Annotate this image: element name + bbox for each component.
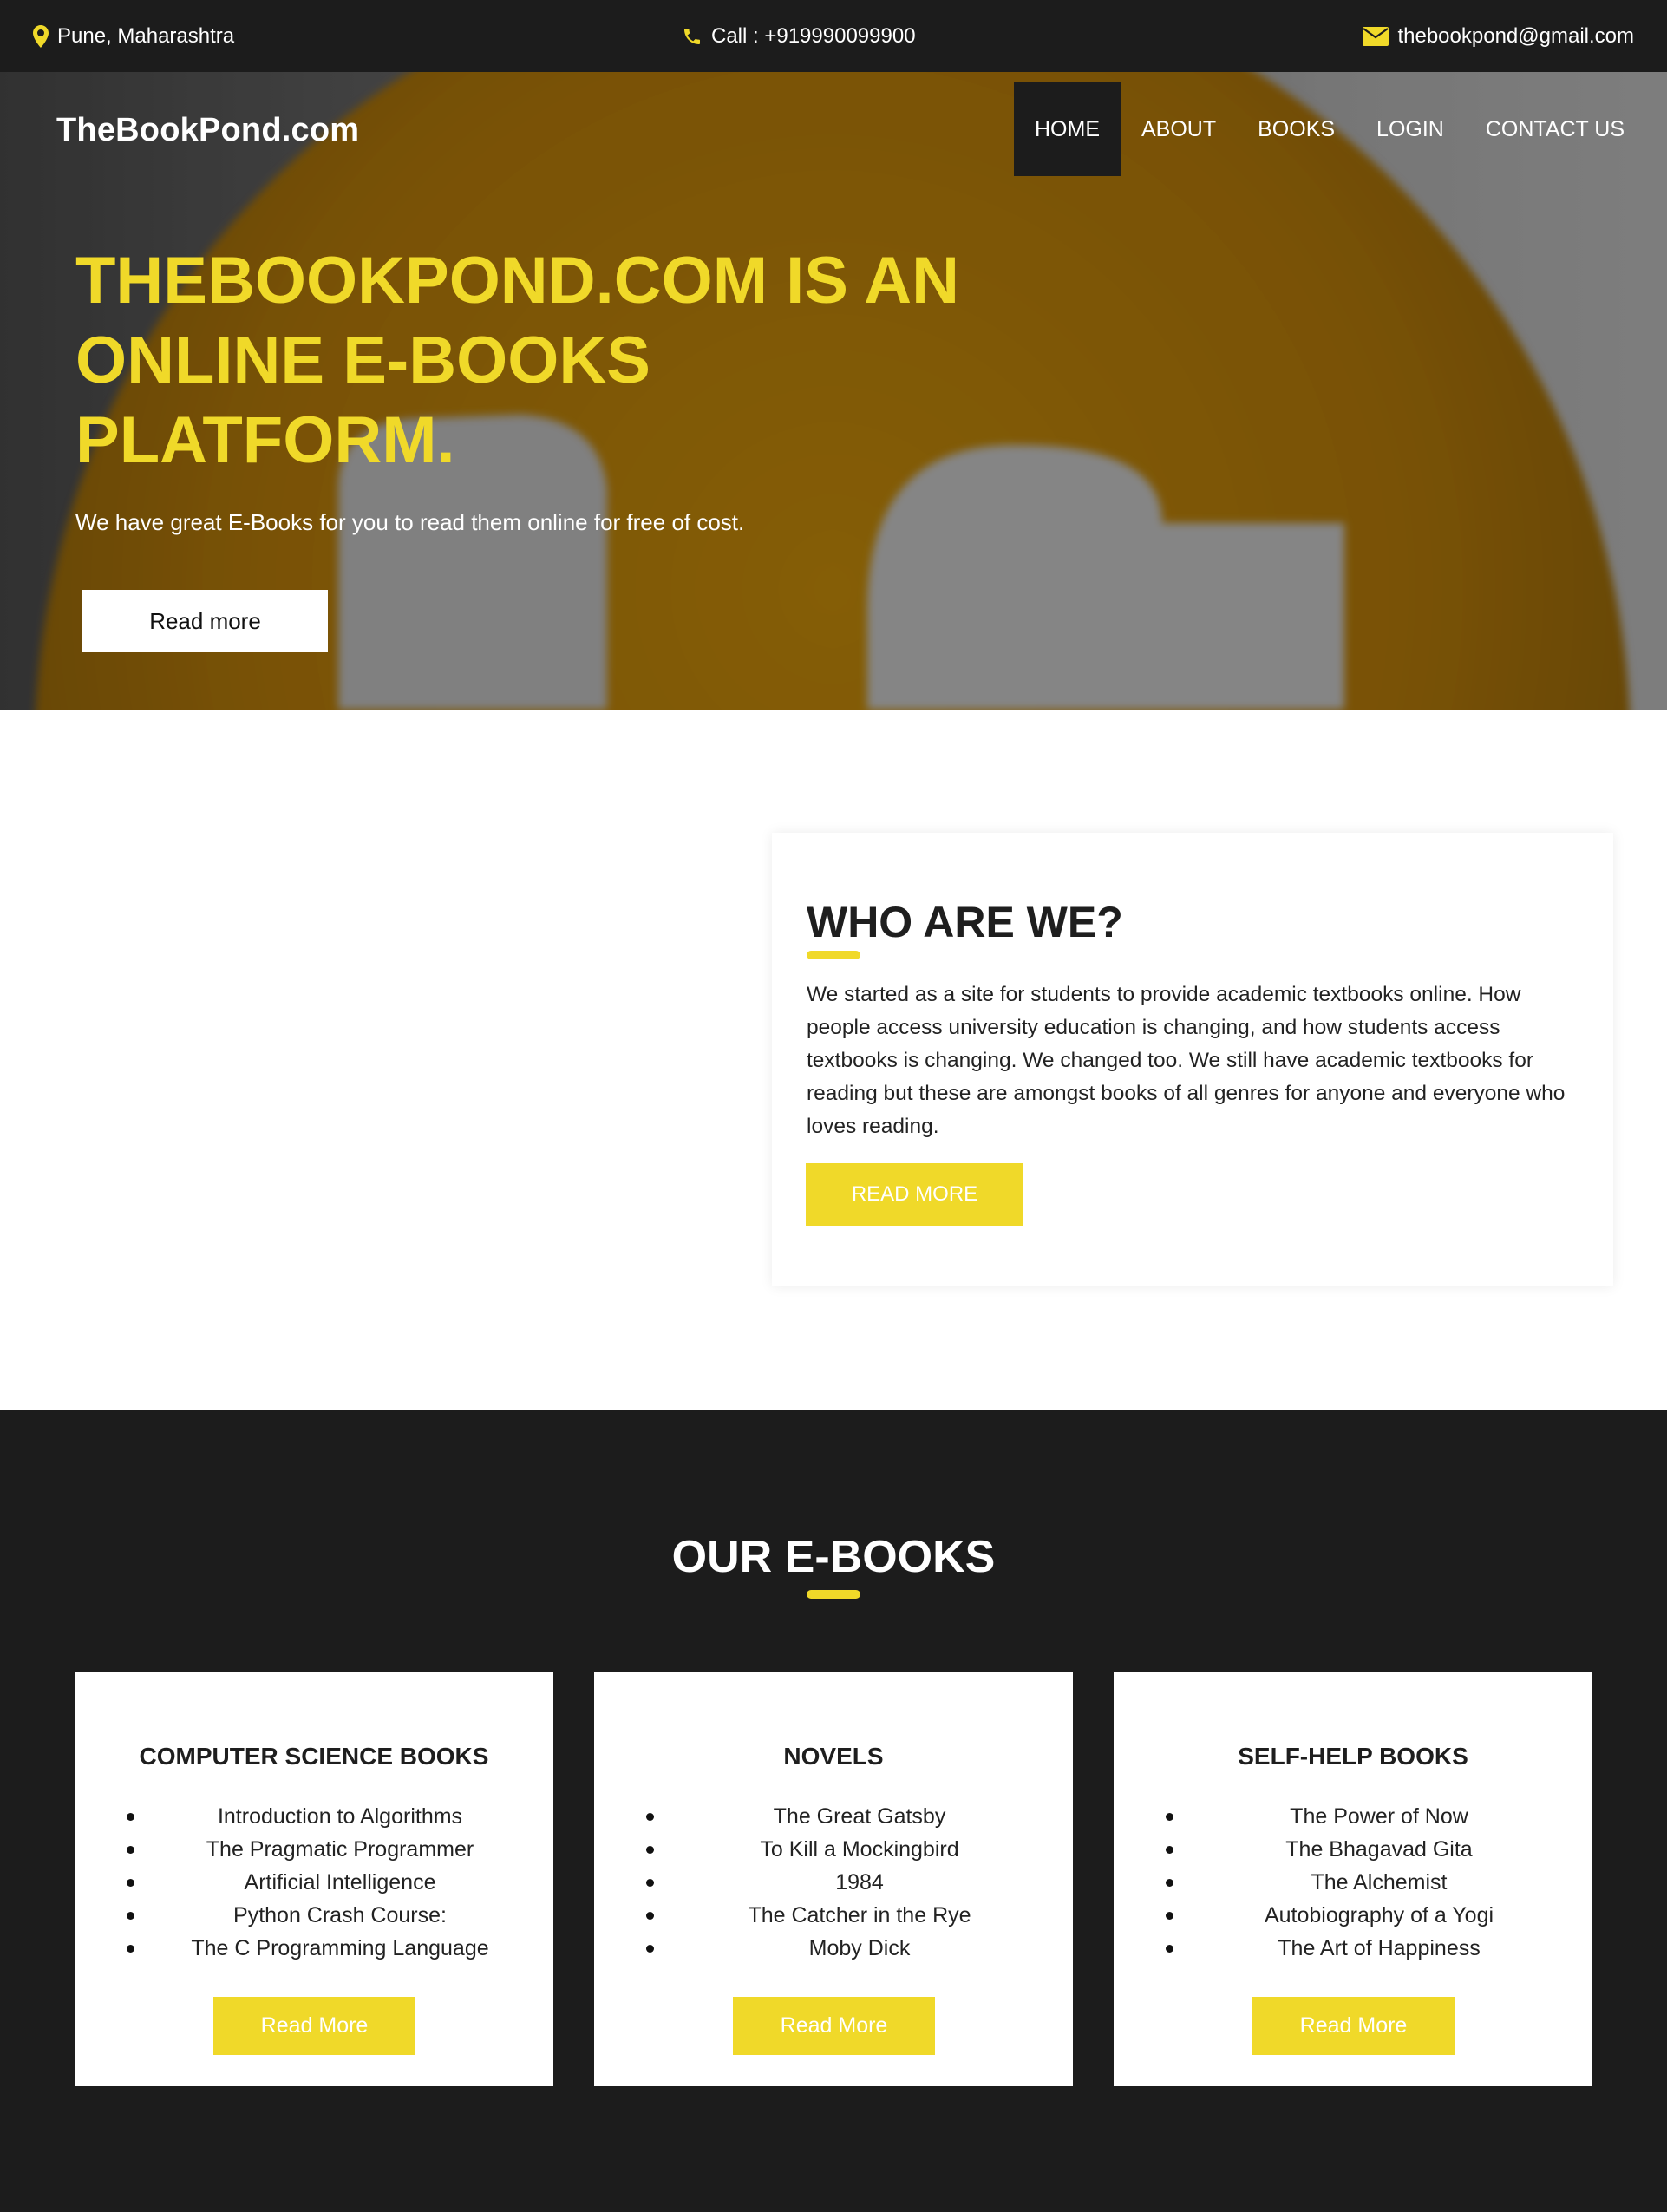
hero-read-more-button[interactable]: Read more [82,590,328,652]
book-item: To Kill a Mockingbird [646,1833,1038,1866]
phone-icon [682,26,703,47]
book-list: Introduction to Algorithms The Pragmatic… [127,1800,519,1965]
computer-science-read-more-button[interactable]: Read More [213,1997,415,2055]
book-item: The Great Gatsby [646,1800,1038,1833]
book-card-self-help: SELF-HELP BOOKS The Power of Now The Bha… [1114,1672,1592,2086]
ebooks-title-underline [807,1590,860,1599]
book-list: The Great Gatsby To Kill a Mockingbird 1… [646,1800,1038,1965]
about-title: WHO ARE WE? [807,898,1123,946]
ebooks-section: OUR E-BOOKS COMPUTER SCIENCE BOOKS Intro… [0,1410,1667,2212]
location-info: Pune, Maharashtra [33,0,234,72]
envelope-icon [1363,26,1389,46]
book-item: The C Programming Language [127,1932,519,1965]
book-card-computer-science: COMPUTER SCIENCE BOOKS Introduction to A… [75,1672,553,2086]
brand-logo[interactable]: TheBookPond.com [56,112,359,149]
book-item: The Art of Happiness [1166,1932,1558,1965]
nav-home[interactable]: HOME [1014,82,1121,176]
book-item: The Pragmatic Programmer [127,1833,519,1866]
call-text: Call : +919990099900 [711,23,916,48]
main-nav: HOME ABOUT BOOKS LOGIN CONTACT US [1014,82,1645,176]
book-item: Introduction to Algorithms [127,1800,519,1833]
book-item: The Catcher in the Rye [646,1899,1038,1932]
book-card-title: COMPUTER SCIENCE BOOKS [139,1743,489,1770]
nav-books[interactable]: BOOKS [1237,82,1356,176]
location-text: Pune, Maharashtra [57,23,235,48]
about-title-underline [807,951,860,959]
book-item: Autobiography of a Yogi [1166,1899,1558,1932]
map-marker-icon [33,24,49,48]
hero-title: THEBOOKPOND.COM IS AN ONLINE E-BOOKS PLA… [75,244,959,477]
book-card-novels: NOVELS The Great Gatsby To Kill a Mockin… [594,1672,1073,2086]
nav-about[interactable]: ABOUT [1121,82,1237,176]
call-info[interactable]: Call : +919990099900 [682,0,916,72]
about-read-more-button[interactable]: READ MORE [806,1163,1023,1226]
self-help-read-more-button[interactable]: Read More [1252,1997,1455,2055]
book-card-title: NOVELS [783,1743,884,1770]
about-text: We started as a site for students to pro… [807,983,1566,1138]
book-item: 1984 [646,1866,1038,1899]
nav-login[interactable]: LOGIN [1356,82,1465,176]
hero-subtitle: We have great E-Books for you to read th… [75,509,745,535]
about-card: WHO ARE WE? We started as a site for stu… [772,833,1613,1286]
top-info-bar: Pune, Maharashtra Call : +919990099900 t… [0,0,1667,72]
book-item: Python Crash Course: [127,1899,519,1932]
email-text: thebookpond@gmail.com [1397,23,1634,48]
book-item: Artificial Intelligence [127,1866,519,1899]
book-item: The Power of Now [1166,1800,1558,1833]
book-item: Moby Dick [646,1932,1038,1965]
book-item: The Bhagavad Gita [1166,1833,1558,1866]
email-info[interactable]: thebookpond@gmail.com [1363,0,1634,72]
book-card-title: SELF-HELP BOOKS [1238,1743,1468,1770]
hero-section: TheBookPond.com HOME ABOUT BOOKS LOGIN C… [0,72,1667,710]
book-item: The Alchemist [1166,1866,1558,1899]
ebooks-title: OUR E-BOOKS [671,1532,996,1582]
nav-contact[interactable]: CONTACT US [1465,82,1645,176]
book-list: The Power of Now The Bhagavad Gita The A… [1166,1800,1558,1965]
novels-read-more-button[interactable]: Read More [733,1997,935,2055]
